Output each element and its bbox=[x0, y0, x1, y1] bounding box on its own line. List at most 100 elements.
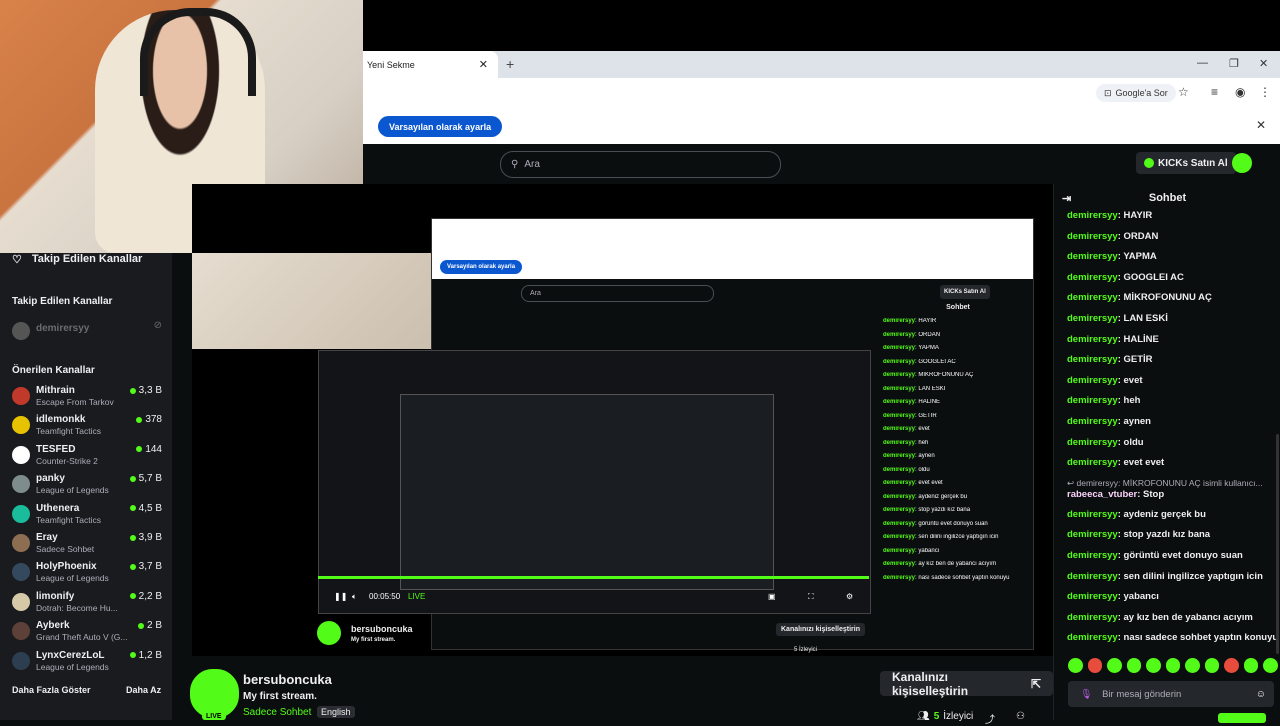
search-input[interactable]: ⚲ Ara bbox=[500, 151, 781, 178]
chat-username[interactable]: demirersyy bbox=[1067, 612, 1118, 623]
chat-username[interactable]: demirersyy bbox=[1067, 509, 1118, 520]
emote-icon[interactable] bbox=[1068, 658, 1083, 673]
minimize-icon[interactable]: — bbox=[1197, 57, 1208, 69]
bookmark-star-icon[interactable]: ☆ bbox=[1178, 85, 1189, 99]
settings-gear-icon[interactable]: ⚙ bbox=[846, 592, 853, 601]
sidebar-channel-item[interactable]: Ayberk Grand Theft Auto V (G... 2 B bbox=[12, 620, 162, 648]
progress-bar[interactable] bbox=[318, 576, 869, 579]
chat-username[interactable]: demirersyy bbox=[1067, 591, 1118, 602]
video-player[interactable]: Varsayılan olarak ayarla Ara KICKs Satın… bbox=[192, 184, 1053, 656]
profile-icon[interactable]: ◉ bbox=[1235, 85, 1245, 99]
sidebar-channel-item[interactable]: Uthenera Teamfight Tactics 4,5 B bbox=[12, 503, 162, 531]
sidebar-channel-item[interactable]: LynxCerezLoL League of Legends 1,2 B bbox=[12, 650, 162, 678]
chat-username[interactable]: demirersyy bbox=[1067, 437, 1118, 448]
channel-name[interactable]: bersuboncuka bbox=[243, 672, 332, 687]
chat-username[interactable]: demirersyy bbox=[1067, 251, 1118, 262]
emote-icon[interactable] bbox=[1087, 658, 1103, 673]
channel-name: Ayberk bbox=[36, 620, 70, 632]
chat-username[interactable]: demirersyy bbox=[1067, 292, 1118, 303]
emote-icon[interactable] bbox=[1224, 658, 1239, 673]
send-button[interactable] bbox=[1218, 713, 1266, 723]
emoji-icon[interactable]: ☺ bbox=[1256, 689, 1266, 700]
sidebar-channel-item[interactable]: panky League of Legends 5,7 B bbox=[12, 473, 162, 501]
channel-name: Eray bbox=[36, 532, 58, 543]
chat-scrollbar[interactable] bbox=[1276, 434, 1279, 654]
chat-username[interactable]: demirersyy bbox=[1067, 313, 1118, 324]
emote-icon[interactable] bbox=[1243, 658, 1259, 673]
followed-channels-link[interactable]: ♡ Takip Edilen Kanallar bbox=[12, 253, 142, 266]
media-icon[interactable]: ≡ bbox=[1211, 85, 1218, 99]
volume-icon[interactable]: 🔈︎ bbox=[352, 592, 357, 602]
nested-chat-user: demirersyy bbox=[883, 493, 916, 500]
followed-channel-item[interactable]: demirersyy ⊘ bbox=[12, 320, 162, 348]
emote-icon[interactable] bbox=[1107, 658, 1122, 673]
nested-chat-line: demirersyy: evet bbox=[883, 426, 930, 432]
viewer-count: 4,5 B bbox=[129, 503, 162, 514]
menu-icon[interactable]: ⋮ bbox=[1259, 85, 1271, 99]
chat-username[interactable]: demirersyy bbox=[1067, 632, 1118, 643]
microphone-icon[interactable]: 🎙︎ bbox=[1080, 689, 1092, 700]
buy-kicks-button[interactable]: KICKs Satın Al bbox=[1136, 152, 1236, 174]
new-tab-icon[interactable]: + bbox=[506, 56, 514, 72]
viewer-number: 3,7 B bbox=[138, 561, 162, 573]
chat-username[interactable]: demirersyy bbox=[1067, 375, 1118, 386]
recommended-heading: Önerilen Kanallar bbox=[12, 365, 95, 376]
sidebar-channel-item[interactable]: limonify Dotrah: Become Hu... 2,2 B bbox=[12, 591, 162, 619]
viewer-count: 3,3 B bbox=[129, 385, 162, 396]
user-avatar[interactable] bbox=[1232, 153, 1252, 173]
sidebar-channel-item[interactable]: idlemonkk Teamfight Tactics 378 bbox=[12, 414, 162, 442]
close-infobar-icon[interactable]: ✕ bbox=[1256, 118, 1266, 132]
emote-icon[interactable] bbox=[1185, 658, 1200, 673]
fullscreen-icon[interactable]: ⛶ bbox=[808, 592, 814, 602]
emote-icon[interactable] bbox=[1126, 658, 1142, 673]
pause-icon[interactable]: ❚❚ bbox=[334, 592, 347, 601]
emote-icon[interactable] bbox=[1146, 658, 1161, 673]
share-icon[interactable]: ⤴ bbox=[985, 711, 995, 726]
nested-chat-line: demirersyy: HALİNE bbox=[883, 399, 941, 405]
sidebar-channel-item[interactable]: Mithrain Escape From Tarkov 3,3 B bbox=[12, 385, 162, 413]
close-window-icon[interactable]: ✕ bbox=[1259, 57, 1268, 70]
chat-username[interactable]: demirersyy bbox=[1067, 210, 1118, 221]
show-less-button[interactable]: Daha Az bbox=[126, 685, 161, 695]
sidebar-channel-item[interactable]: Eray Sadece Sohbet 3,9 B bbox=[12, 532, 162, 560]
sidebar-channel-item[interactable]: TESFED Counter-Strike 2 144 bbox=[12, 444, 162, 472]
nested-stream-avatar bbox=[317, 621, 341, 645]
chat-username[interactable]: demirersyy bbox=[1067, 571, 1118, 582]
chat-input[interactable]: 🎙︎ Bir mesaj gönderin ☺ bbox=[1068, 681, 1274, 707]
emote-icon[interactable] bbox=[1165, 658, 1181, 673]
chat-username[interactable]: demirersyy bbox=[1067, 550, 1118, 561]
emote-icon[interactable] bbox=[1204, 658, 1220, 673]
google-sor-button[interactable]: ⊡ Google'a Sor bbox=[1096, 84, 1176, 102]
chat-username[interactable]: demirersyy bbox=[1067, 529, 1118, 540]
show-more-button[interactable]: Daha Fazla Göster bbox=[12, 685, 91, 695]
customize-channel-button[interactable]: Kanalınızı kişiselleştirin ⇱ bbox=[880, 670, 1053, 698]
nested-channel-name: bersuboncuka bbox=[351, 624, 413, 634]
collapse-chat-icon[interactable]: ⇥ bbox=[1062, 192, 1071, 205]
gift-sub-icon[interactable]: ⚇ bbox=[1016, 711, 1025, 722]
viewer-count: 144 bbox=[136, 444, 162, 455]
chat-username[interactable]: demirersyy bbox=[1067, 231, 1118, 242]
chat-username[interactable]: demirersyy bbox=[1067, 416, 1118, 427]
chat-username[interactable]: rabeeca_vtuber bbox=[1067, 489, 1137, 500]
viewer-count: 3,7 B bbox=[129, 561, 162, 573]
browser-tab[interactable]: Yeni Sekme ✕ bbox=[363, 51, 498, 78]
nested-chat-text: YAPMA bbox=[918, 345, 939, 351]
nested-chat-text: GOOGLEI AC bbox=[918, 358, 956, 365]
chat-username[interactable]: demirersyy bbox=[1067, 334, 1118, 345]
channel-game: League of Legends bbox=[36, 661, 109, 672]
restore-icon[interactable]: ❐ bbox=[1229, 57, 1239, 70]
stream-category[interactable]: Sadece Sohbet bbox=[243, 707, 311, 718]
chat-text: oldu bbox=[1123, 436, 1144, 448]
chat-username[interactable]: demirersyy bbox=[1067, 395, 1118, 406]
close-tab-icon[interactable]: ✕ bbox=[479, 58, 488, 71]
chat-username[interactable]: demirersyy bbox=[1067, 354, 1118, 365]
nested-chat-line: demirersyy: görüntü evet donuyo suan bbox=[883, 520, 988, 527]
chat-username[interactable]: demirersyy bbox=[1067, 272, 1118, 283]
theater-icon[interactable]: ▣ bbox=[768, 592, 776, 601]
set-default-button[interactable]: Varsayılan olarak ayarla bbox=[378, 116, 503, 137]
sidebar-channel-item[interactable]: HolyPhoenix League of Legends 3,7 B bbox=[12, 561, 162, 589]
language-tag[interactable]: English bbox=[317, 706, 355, 718]
emote-icon[interactable] bbox=[1263, 658, 1279, 673]
channel-avatar[interactable]: LIVE bbox=[190, 669, 239, 720]
chat-username[interactable]: demirersyy bbox=[1067, 457, 1118, 468]
